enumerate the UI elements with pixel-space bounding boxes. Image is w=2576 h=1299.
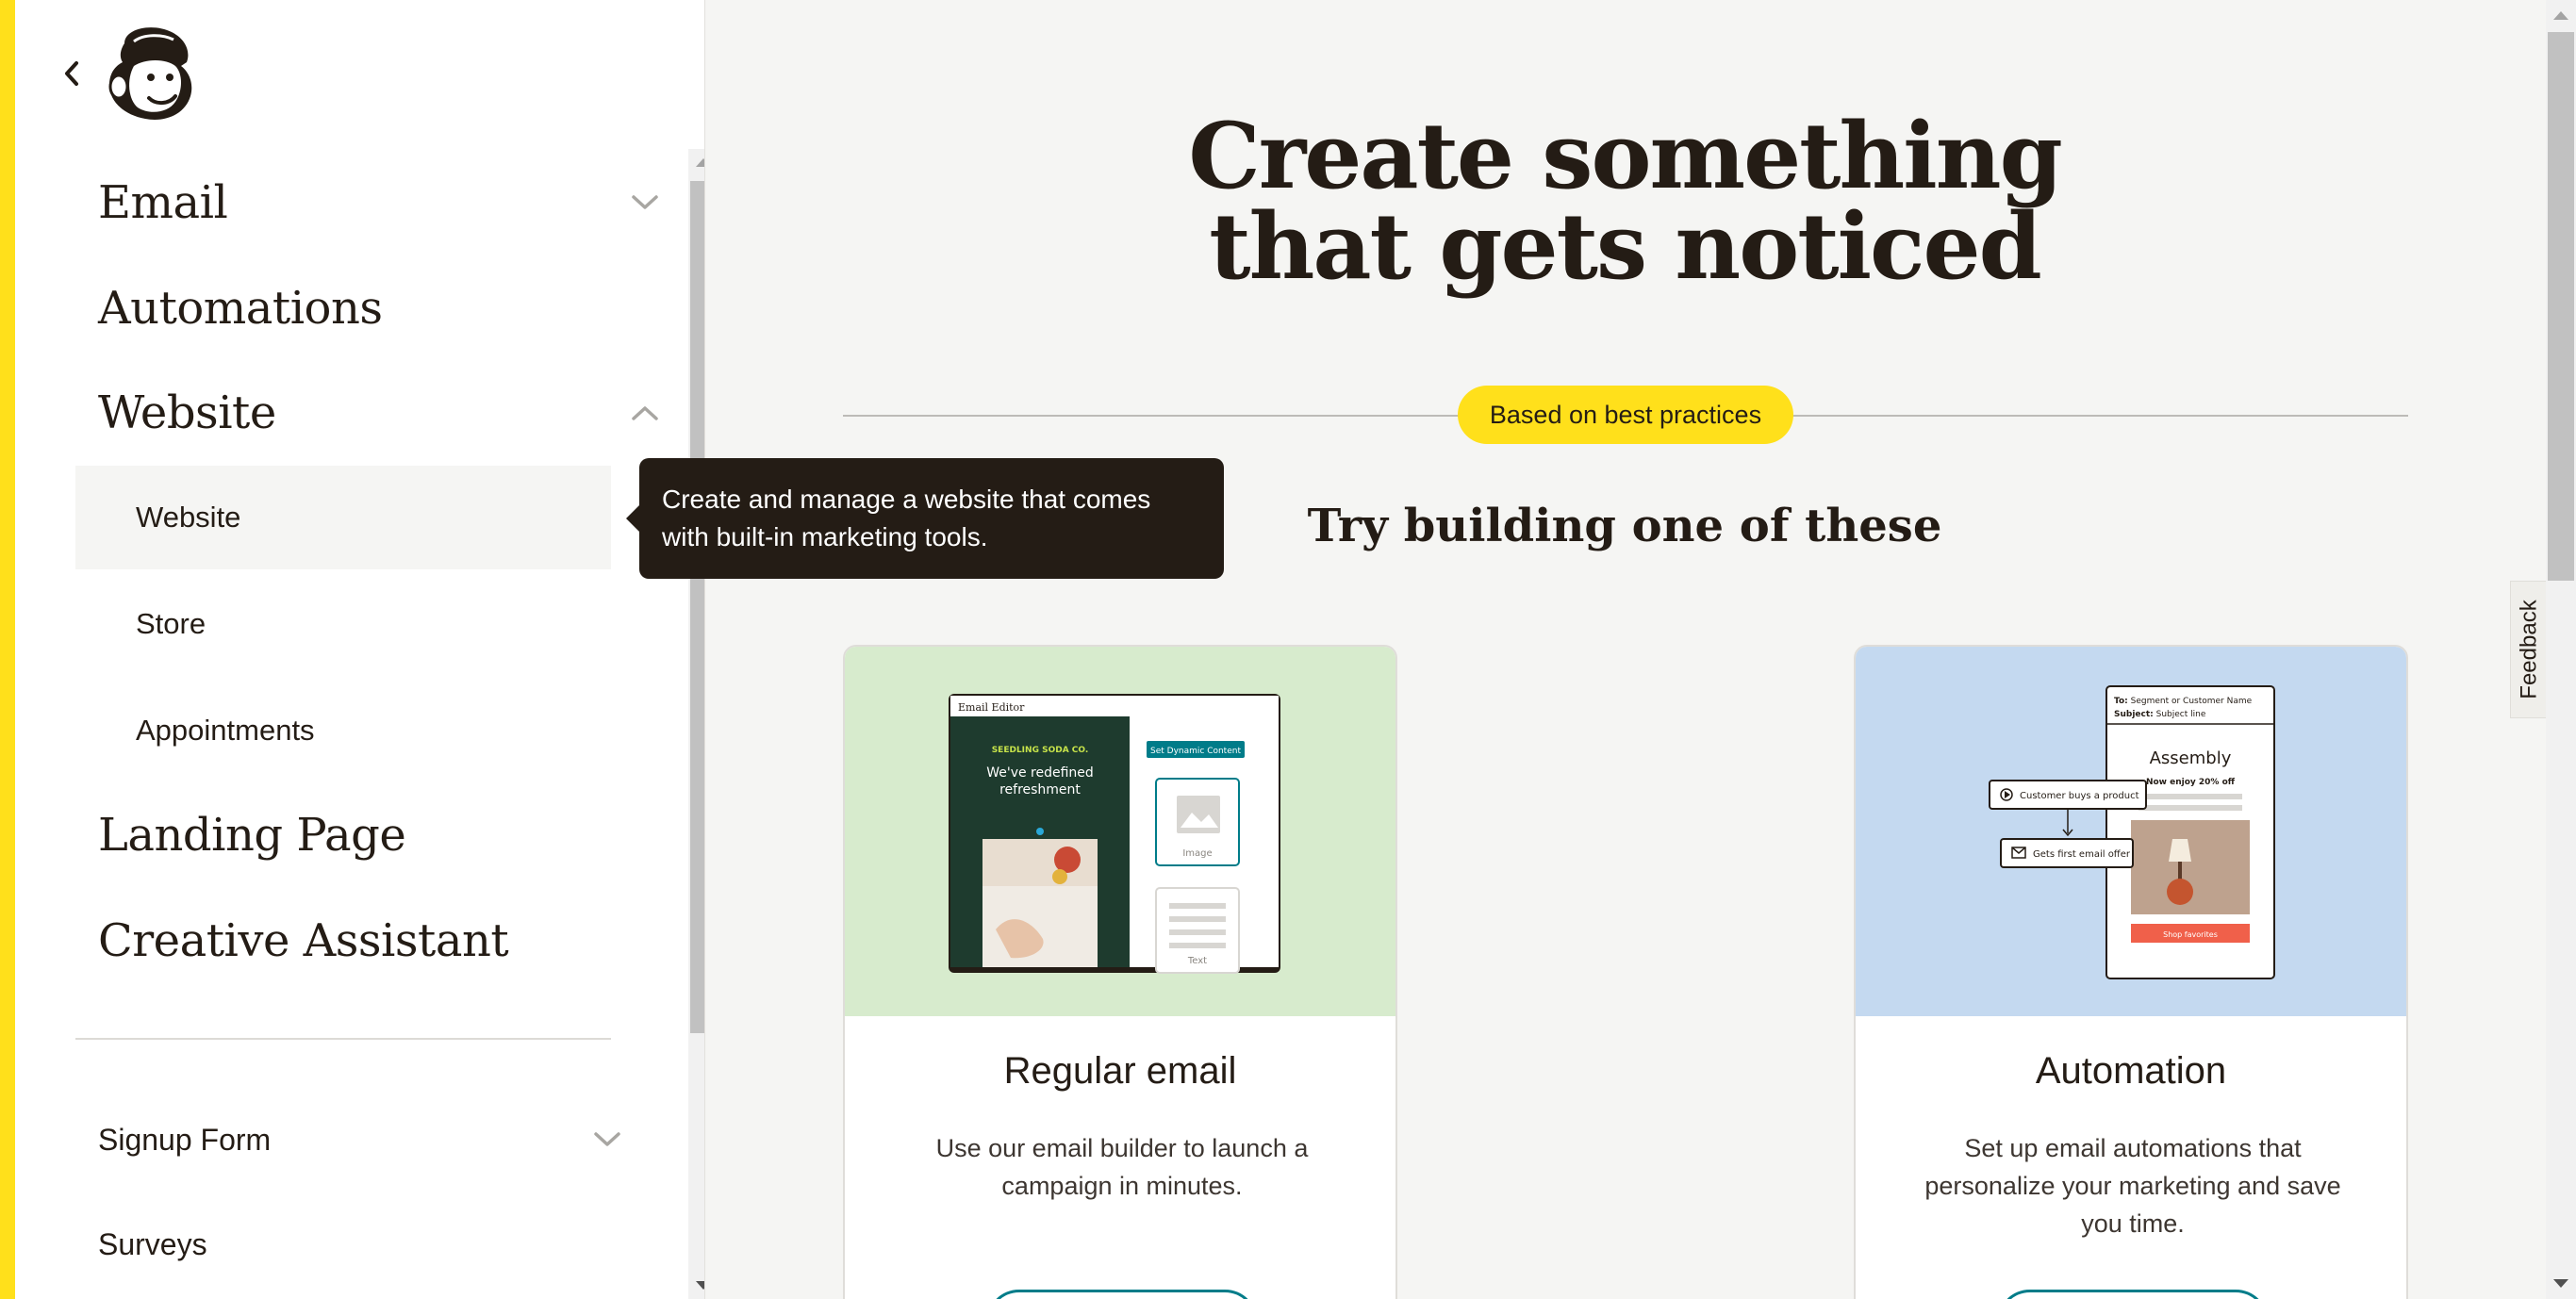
section-subtitle: Try building one of these <box>1307 500 1942 552</box>
card-description: Use our email builder to launch a campai… <box>935 1134 1309 1200</box>
nav-landing-page-label: Landing Page <box>98 809 406 862</box>
svg-text:We've redefined: We've redefined <box>986 765 1094 781</box>
subnav-store-label: Store <box>136 607 206 640</box>
svg-text:refreshment: refreshment <box>999 782 1081 797</box>
page-title: Create something that gets noticed <box>717 111 2533 292</box>
mock-dynamic-button: Set Dynamic Content <box>1150 747 1241 756</box>
badge-text: Based on best practices <box>1489 400 1762 429</box>
regular-email-cta-button[interactable] <box>986 1290 1258 1299</box>
best-practices-badge: Based on best practices <box>1458 386 1793 444</box>
nav-automations-label: Automations <box>98 282 383 335</box>
regular-email-illustration: Email Editor SEEDLING SODA CO. We've red… <box>845 647 1395 1016</box>
nav-automations[interactable]: Automations <box>98 271 664 346</box>
chevron-left-icon <box>65 61 78 86</box>
mock-text-label: Text <box>1187 956 1207 966</box>
subnav-store[interactable]: Store <box>75 572 611 676</box>
scroll-down-arrow-icon[interactable] <box>2553 1279 2568 1288</box>
main-scrollbar[interactable] <box>2546 0 2576 1299</box>
sidebar-scrollbar[interactable] <box>688 149 704 1299</box>
svg-text:Subject: Subject line: Subject: Subject line <box>2114 710 2206 719</box>
sidebar-divider <box>75 1038 611 1040</box>
svg-text:To: Segment or Customer Name: To: Segment or Customer Name <box>2114 697 2253 706</box>
nav-surveys-label: Surveys <box>98 1226 207 1261</box>
chevron-up-icon[interactable] <box>626 394 664 432</box>
automation-illustration: To: Segment or Customer Name Subject: Su… <box>1856 647 2406 1016</box>
mock-brand: Assembly <box>2150 748 2232 768</box>
scroll-up-arrow-icon[interactable] <box>2553 11 2568 20</box>
nav-creative-assistant[interactable]: Creative Assistant <box>98 903 664 978</box>
automation-mockup-icon: To: Segment or Customer Name Subject: Su… <box>1989 685 2275 979</box>
nav-signup-form[interactable]: Signup Form <box>98 1102 626 1177</box>
scroll-down-arrow-icon[interactable] <box>696 1281 704 1290</box>
feedback-tab[interactable]: Feedback <box>2510 581 2550 718</box>
nav-landing-page[interactable]: Landing Page <box>98 797 664 873</box>
mock-action: Gets first email offer <box>2033 849 2131 860</box>
mailchimp-logo[interactable] <box>96 25 200 124</box>
back-button[interactable] <box>53 55 91 92</box>
chevron-down-icon[interactable] <box>588 1121 626 1159</box>
nav-signup-form-label: Signup Form <box>98 1122 272 1157</box>
page-title-text: Create something that gets noticed <box>1188 103 2062 300</box>
main-scrollbar-thumb[interactable] <box>2548 32 2574 581</box>
mock-cta: Shop favorites <box>2163 930 2218 939</box>
card-title: Automation <box>2035 1050 2227 1092</box>
chevron-down-icon[interactable] <box>626 184 664 222</box>
brand-accent-strip <box>0 0 15 1299</box>
mock-window-title: Email Editor <box>958 701 1025 714</box>
subnav-website[interactable]: Website <box>75 466 611 569</box>
email-editor-mockup-icon: Email Editor SEEDLING SODA CO. We've red… <box>949 694 1280 974</box>
sidebar: Email Automations Website Website Store … <box>15 0 705 1299</box>
mock-image-label: Image <box>1182 848 1212 859</box>
card-regular-email[interactable]: Email Editor SEEDLING SODA CO. We've red… <box>843 645 1397 1299</box>
scroll-up-arrow-icon[interactable] <box>696 158 704 167</box>
subnav-website-label: Website <box>136 501 241 534</box>
nav-surveys[interactable]: Surveys <box>98 1207 626 1282</box>
mock-offer: Now enjoy 20% off <box>2146 778 2236 787</box>
nav-website[interactable]: Website <box>98 375 664 451</box>
automation-cta-button[interactable] <box>1997 1290 2269 1299</box>
card-description: Set up email automations that personaliz… <box>1924 1134 2341 1238</box>
subnav-appointments-label: Appointments <box>136 714 315 747</box>
nav-website-label: Website <box>98 386 276 439</box>
freddie-logo-icon <box>108 27 192 120</box>
card-automation[interactable]: To: Segment or Customer Name Subject: Su… <box>1854 645 2408 1299</box>
feedback-label: Feedback <box>2517 600 2542 699</box>
mock-brand: SEEDLING SODA CO. <box>992 746 1089 755</box>
nav-email[interactable]: Email <box>98 165 664 240</box>
card-title: Regular email <box>1003 1050 1237 1092</box>
nav-creative-assistant-label: Creative Assistant <box>98 914 509 967</box>
nav-email-label: Email <box>98 176 228 229</box>
subnav-appointments[interactable]: Appointments <box>75 679 611 782</box>
sidebar-scrollbar-thumb[interactable] <box>690 181 704 1033</box>
mock-trigger: Customer buys a product <box>2020 791 2139 801</box>
